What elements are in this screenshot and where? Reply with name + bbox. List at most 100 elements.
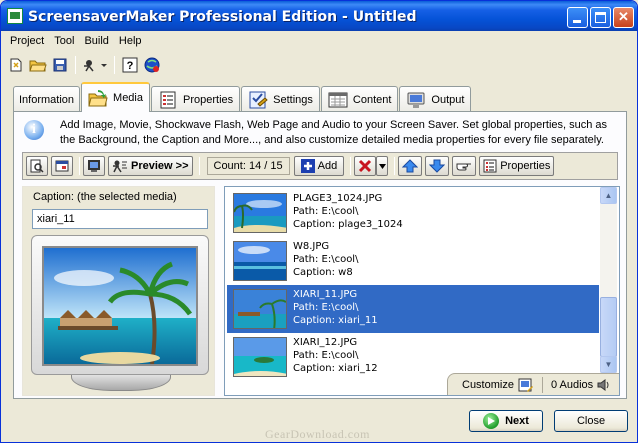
speaker-icon[interactable] [597,378,611,392]
add-media-button[interactable]: Add [293,156,345,176]
media-path: Path: E:\cool\ [293,254,359,265]
thumbnail-image [234,290,286,328]
info-icon: i [24,120,44,140]
list-item[interactable]: W8.JPG Path: E:\cool\ Caption: w8 [227,237,599,285]
tab-settings[interactable]: Settings [241,86,320,112]
menu-tool[interactable]: Tool [49,33,79,51]
new-project-icon [10,58,22,72]
list-item[interactable]: PLAGE3_1024.JPG Path: E:\cool\ Caption: … [227,189,599,237]
monitor-icon [88,160,100,172]
title-bar[interactable]: ScreensaverMaker Professional Edition - … [1,1,637,31]
media-filename: PLAGE3_1024.JPG [293,193,383,204]
web-button[interactable] [141,54,163,76]
next-button[interactable]: Next [469,410,543,432]
web-icon [144,57,160,73]
folder-icon [88,90,108,107]
fullscreen-button[interactable] [83,156,105,176]
caption-panel: Caption: (the selected media) [22,186,215,396]
toolbar-separator [350,157,352,175]
customize-icon[interactable] [518,378,534,392]
window-view-button[interactable] [51,156,73,176]
settings-icon [249,91,268,108]
tab-label: Content [352,93,392,106]
tab-information[interactable]: Information [13,86,81,112]
media-item-text: W8.JPG Path: E:\cool\ Caption: w8 [293,240,358,279]
toolbar-separator [75,56,76,74]
go-to-button[interactable] [452,156,477,176]
add-label: Add [317,160,338,172]
tab-properties[interactable]: Properties [151,86,241,112]
maximize-button[interactable] [590,7,611,28]
preview-icon [113,160,127,173]
tab-label: Media [113,92,143,104]
watermark: GearDownload.com [265,427,370,441]
list-footer: Customize 0 Audios [447,373,619,395]
toolbar-separator [114,56,115,74]
main-toolbar: ? [5,53,163,77]
tab-content[interactable]: Content [320,86,399,112]
media-item-text: XIARI_12.JPG Path: E:\cool\ Caption: xia… [293,336,378,375]
close-button[interactable]: Close [554,410,628,432]
media-caption: Caption: w8 [293,267,353,278]
properties-label: Properties [500,160,551,172]
menu-build[interactable]: Build [79,33,113,51]
tab-label: Output [431,93,465,106]
media-count: Count: 14 / 15 [206,157,290,175]
chevron-down-icon [378,163,386,169]
delete-options-dropdown[interactable] [376,156,389,176]
media-caption: Caption: xiari_11 [293,315,378,326]
new-project-button[interactable] [5,54,27,76]
media-list-scrollbar[interactable]: ▲ ▼ [600,187,617,373]
close-label: Close [576,415,606,427]
media-thumbnail [233,241,287,281]
menu-project[interactable]: Project [5,33,49,51]
window-icon [55,160,69,172]
thumbnail-image [234,338,286,376]
app-icon [7,8,23,24]
scroll-thumb[interactable] [600,297,617,357]
save-button[interactable] [49,54,71,76]
svg-text:?: ? [127,60,134,72]
close-window-button[interactable]: ✕ [613,7,634,28]
media-item-text: PLAGE3_1024.JPG Path: E:\cool\ Caption: … [293,192,403,231]
open-button[interactable] [27,54,49,76]
preview-image [42,246,198,366]
pointing-hand-icon [456,163,472,171]
delete-media-button[interactable] [354,156,377,176]
media-item-text: XIARI_11.JPG Path: E:\cool\ Caption: xia… [293,288,378,327]
customize-button[interactable]: Customize [462,379,514,391]
move-up-button[interactable] [398,156,423,176]
save-icon [53,58,67,72]
preview-label: Preview >> [131,160,189,172]
move-down-button[interactable] [425,156,450,176]
media-caption: Caption: xiari_12 [293,363,378,374]
scroll-up-button[interactable]: ▲ [600,187,617,204]
caption-input[interactable] [32,209,208,229]
monitor-body [31,235,209,375]
media-path: Path: E:\cool\ [293,206,359,217]
list-item-selected[interactable]: XIARI_11.JPG Path: E:\cool\ Caption: xia… [227,285,599,333]
media-list[interactable]: PLAGE3_1024.JPG Path: E:\cool\ Caption: … [224,186,620,396]
media-tab-panel: i Add Image, Movie, Shockwave Flash, Web… [13,111,627,399]
menu-help[interactable]: Help [114,33,147,51]
properties-icon [483,159,497,173]
open-folder-icon [29,60,47,72]
next-arrow-icon [483,413,500,429]
view-media-button[interactable] [26,156,48,176]
media-thumbnail [233,337,287,377]
minimize-icon [573,20,581,23]
thumbnail-image [234,194,286,232]
minimize-button[interactable] [567,7,588,28]
wizard-button[interactable] [80,54,110,76]
tab-media[interactable]: Media [81,82,150,112]
preview-button[interactable]: Preview >> [108,156,193,176]
tab-output[interactable]: Output [399,86,472,112]
audios-count: 0 Audios [550,378,594,391]
caption-label: Caption: (the selected media) [33,191,177,203]
scroll-down-button[interactable]: ▼ [600,356,617,373]
properties-icon [160,91,176,108]
media-filename: XIARI_11.JPG [293,289,358,300]
media-properties-button[interactable]: Properties [479,156,555,176]
thumbnail-image [234,242,286,280]
help-button[interactable]: ? [119,54,141,76]
